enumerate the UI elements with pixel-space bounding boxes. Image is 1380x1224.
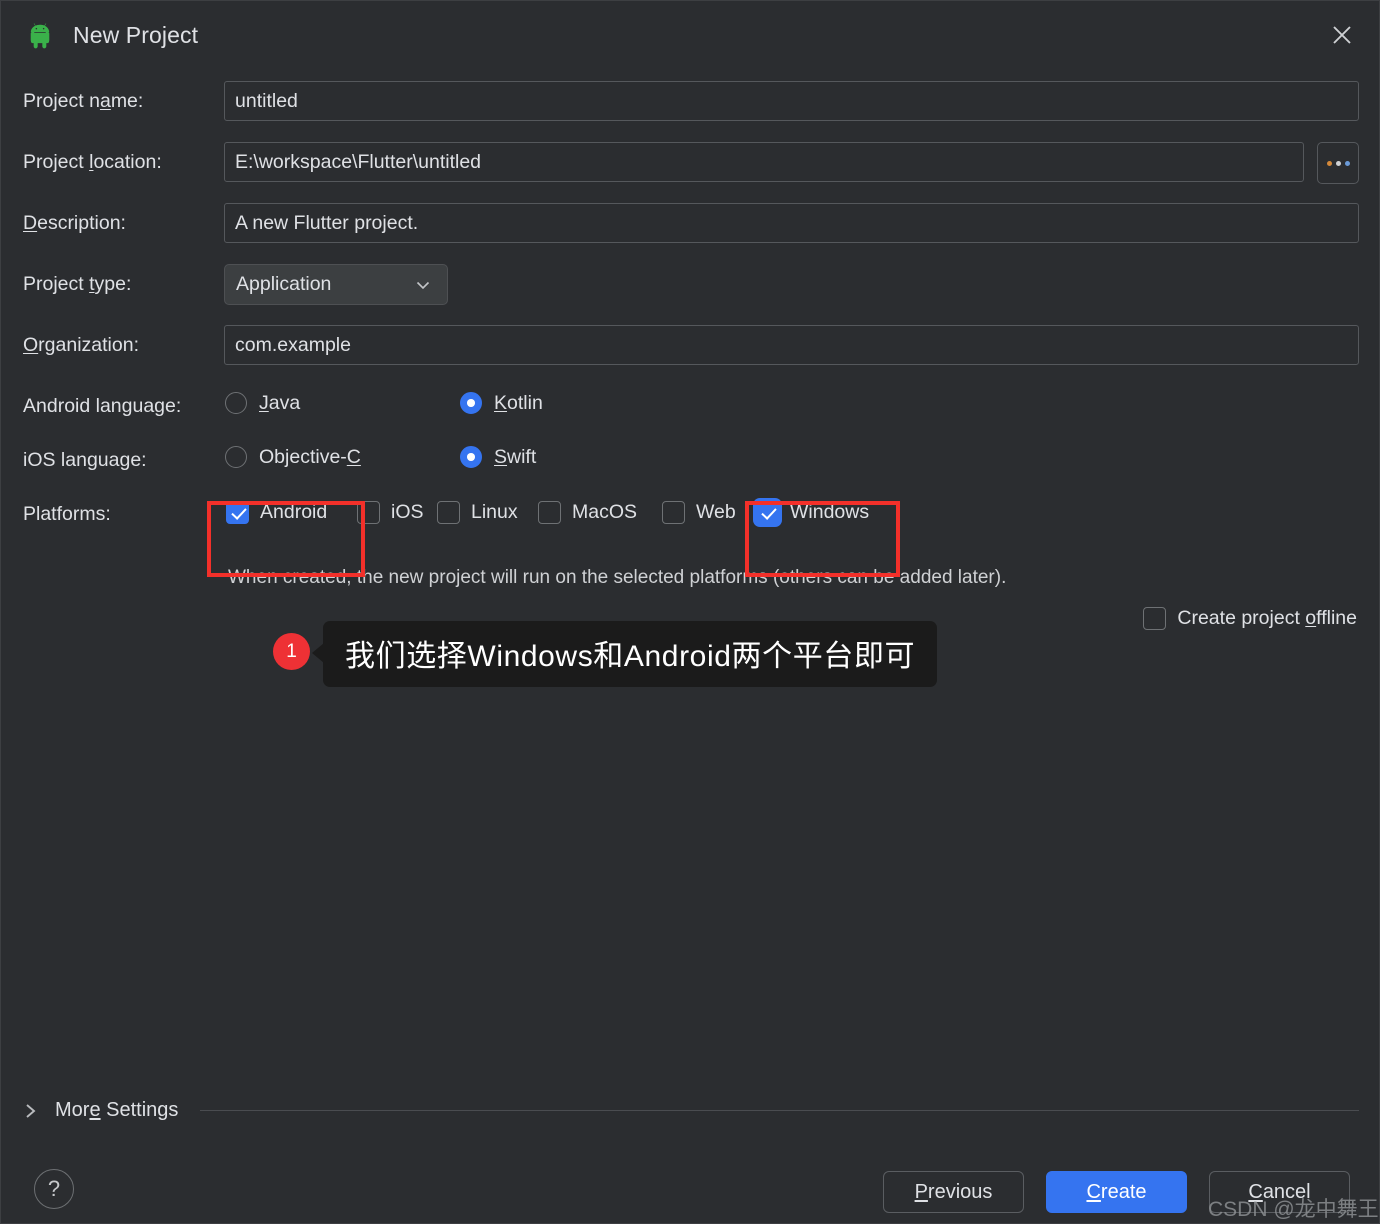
cancel-button[interactable]: Cancel — [1209, 1171, 1350, 1213]
more-settings-divider — [200, 1110, 1359, 1111]
platforms-hint: When created, the new project will run o… — [228, 567, 1007, 588]
project-form: Project name: Project location: Descript… — [1, 81, 1380, 550]
checkbox-label-ios: iOS — [391, 500, 424, 523]
project-name-label: Project name: — [23, 90, 144, 112]
android-language-label: Android language: — [23, 395, 182, 417]
title-bar: New Project — [1, 1, 1380, 69]
checkbox-label-offline: Create project offline — [1177, 607, 1357, 629]
checkbox-platform-macos[interactable]: MacOS — [538, 494, 637, 530]
annotation-text: 我们选择Windows和Android两个平台即可 — [311, 621, 938, 687]
checkbox-label-android: Android — [260, 500, 328, 523]
radio-android-java[interactable]: Java — [225, 386, 300, 420]
platforms-row: Platforms: Android iOS Linux MacOS Web W… — [1, 494, 1380, 550]
more-settings-section: More Settings — [23, 1099, 1359, 1122]
browse-location-button[interactable] — [1317, 142, 1359, 184]
radio-dot-objc — [225, 446, 247, 468]
organization-label: Organization: — [23, 334, 139, 356]
project-name-row: Project name: — [1, 81, 1380, 142]
window-title: New Project — [73, 21, 199, 48]
chevron-down-icon — [416, 281, 430, 290]
organization-row: Organization: — [1, 325, 1380, 386]
radio-ios-swift[interactable]: Swift — [460, 440, 536, 474]
previous-button[interactable]: Previous — [883, 1171, 1024, 1213]
description-input[interactable] — [224, 203, 1359, 243]
create-button[interactable]: Create — [1046, 1171, 1187, 1213]
browse-dot-2 — [1335, 160, 1341, 166]
checkbox-create-offline[interactable]: Create project offline — [1143, 607, 1357, 630]
checkbox-box-linux — [437, 500, 460, 524]
radio-dot-swift — [460, 446, 482, 468]
chevron-right-icon[interactable] — [23, 1102, 39, 1120]
annotation-badge: 1 — [273, 633, 310, 670]
description-mnemonic: D — [23, 212, 38, 234]
create-button-label: Create — [1086, 1180, 1147, 1203]
close-icon — [1333, 26, 1351, 44]
project-location-row: Project location: — [1, 142, 1380, 203]
project-location-input[interactable] — [224, 142, 1304, 182]
checkbox-label-windows: Windows — [790, 500, 870, 523]
checkbox-box-android — [226, 500, 249, 524]
platforms-label: Platforms: — [23, 503, 111, 525]
checkbox-platform-android[interactable]: Android — [226, 494, 327, 530]
project-name-input[interactable] — [224, 81, 1359, 121]
radio-dot-kotlin — [460, 392, 482, 414]
description-label: Description: — [23, 212, 126, 234]
cancel-button-label: Cancel — [1248, 1180, 1311, 1203]
checkbox-box-web — [662, 500, 685, 524]
more-settings-label[interactable]: More Settings — [55, 1099, 178, 1122]
checkbox-platform-ios[interactable]: iOS — [357, 494, 424, 530]
android-language-row: Android language: Java Kotlin — [1, 386, 1380, 440]
project-type-select[interactable]: Application — [224, 264, 448, 305]
checkbox-label-web: Web — [696, 500, 736, 523]
checkbox-platform-linux[interactable]: Linux — [437, 494, 518, 530]
checkbox-box-ios — [357, 500, 380, 524]
checkbox-box-macos — [538, 500, 561, 524]
close-button[interactable] — [1319, 13, 1365, 57]
project-type-row: Project type: Application — [1, 264, 1380, 325]
browse-dot-1 — [1326, 160, 1332, 166]
project-location-label: Project location: — [23, 151, 162, 173]
radio-label-objc: Objective-C — [259, 445, 361, 468]
project-type-label: Project type: — [23, 273, 132, 295]
radio-ios-objc[interactable]: Objective-C — [225, 440, 361, 474]
checkbox-label-linux: Linux — [471, 500, 518, 523]
android-icon — [30, 23, 50, 49]
radio-label-kotlin: Kotlin — [494, 391, 543, 414]
description-row: Description: — [1, 203, 1380, 264]
help-button[interactable]: ? — [34, 1169, 74, 1209]
new-project-dialog: New Project Project name: Project locati… — [0, 0, 1380, 1224]
radio-label-swift: Swift — [494, 445, 537, 468]
previous-button-label: Previous — [914, 1180, 993, 1203]
checkbox-platform-windows[interactable]: Windows — [756, 494, 869, 530]
checkbox-label-macos: MacOS — [572, 500, 638, 523]
checkbox-platform-web[interactable]: Web — [662, 494, 736, 530]
checkbox-box-offline — [1143, 607, 1167, 630]
radio-label-java: Java — [259, 391, 301, 414]
ios-language-label: iOS language: — [23, 449, 147, 471]
project-type-value: Application — [236, 273, 332, 295]
project-type-mnemonic: t — [89, 273, 95, 295]
organization-input[interactable] — [224, 325, 1359, 365]
ios-language-row: iOS language: Objective-C Swift — [1, 440, 1380, 494]
project-location-mnemonic: l — [89, 151, 94, 173]
organization-mnemonic: O — [23, 334, 39, 356]
radio-android-kotlin[interactable]: Kotlin — [460, 386, 543, 420]
browse-dot-3 — [1344, 160, 1350, 166]
checkbox-box-windows — [756, 500, 779, 524]
project-name-mnemonic: a — [99, 90, 111, 112]
radio-dot-java — [225, 392, 247, 414]
